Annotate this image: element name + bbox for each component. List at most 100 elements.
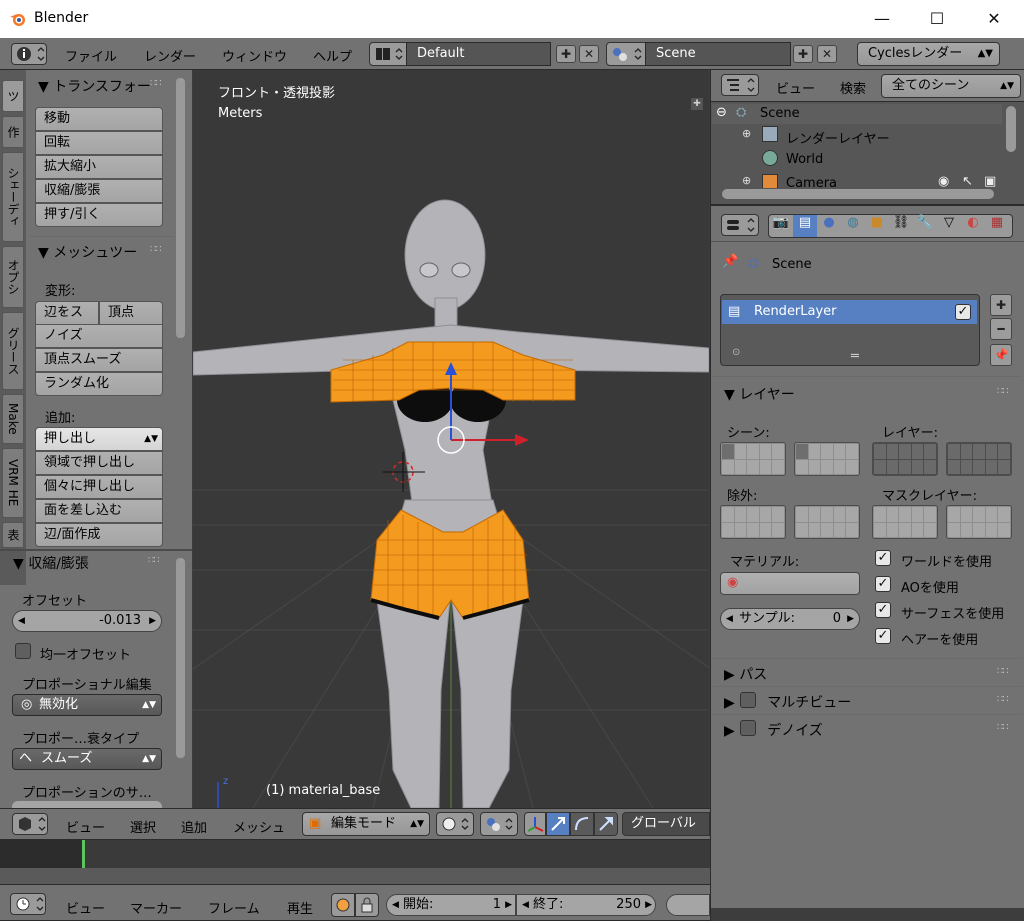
outliner-row-scene[interactable]: ⊖ ⛭ Scene (712, 104, 1002, 124)
exclude-layers-grid-b[interactable] (794, 505, 860, 539)
panel-drag-handle-icon[interactable]: ∷∷ (997, 386, 1009, 397)
layer-panel-title[interactable]: ▼ レイヤー (724, 384, 795, 404)
layout-remove-button[interactable]: ✕ (579, 45, 599, 63)
mesh-menu[interactable]: メッシュ (233, 817, 285, 836)
selectable-cursor-icon[interactable]: ↖ (962, 174, 973, 188)
texture-tab-icon[interactable]: ▦ (985, 215, 1009, 237)
minimize-button[interactable]: — (864, 5, 900, 33)
panel-drag-handle-icon[interactable]: ∷∷ (997, 722, 1009, 733)
transform-panel-title[interactable]: ▼ トランスフォー (38, 76, 151, 96)
close-button[interactable]: ✕ (976, 5, 1012, 33)
current-frame-indicator[interactable] (82, 840, 85, 868)
material-tab-icon[interactable]: ◐ (961, 215, 985, 237)
current-frame-field[interactable] (666, 894, 710, 916)
world-tab-icon[interactable]: ◍ (841, 215, 865, 237)
passes-panel-title[interactable]: ▶ パス (724, 664, 767, 684)
extrude-region-button[interactable]: 領域で押し出し (35, 451, 163, 475)
transform-orientation-dropdown[interactable]: グローバル (622, 812, 710, 836)
editor-type-properties-button[interactable] (721, 214, 759, 236)
frame-menu[interactable]: フレーム (208, 898, 260, 917)
mesh-tools-panel-title[interactable]: ▼ メッシュツー (38, 242, 137, 262)
3d-viewport[interactable]: フロント・透視投影 Meters (1) material_base z x ✚ (193, 70, 709, 808)
render-camera-icon[interactable]: ▣ (984, 174, 996, 188)
render-tab-icon[interactable]: 📷 (769, 215, 793, 237)
translate-manipulator-toggle[interactable] (546, 812, 570, 836)
panel-drag-handle-icon[interactable]: ∷∷ (997, 694, 1009, 705)
collapse-icon[interactable]: ⊖ (716, 105, 727, 120)
outliner-vertical-scrollbar[interactable] (1006, 106, 1016, 152)
operator-scrollbar[interactable] (176, 558, 185, 758)
tab-tools[interactable]: ツ (2, 80, 24, 112)
use-ao-checkbox[interactable]: ✓ (875, 576, 891, 592)
menu-help[interactable]: ヘルプ (313, 46, 352, 65)
even-offset-checkbox[interactable] (15, 643, 31, 659)
mask-layers-grid-a[interactable] (872, 505, 938, 539)
mask-layers-grid-b[interactable] (946, 505, 1012, 539)
end-frame-field[interactable]: ◀ 終了: 250 ▶ (516, 894, 656, 916)
falloff-type-dropdown[interactable]: ヘ スムーズ ▲▼ (12, 748, 162, 770)
expand-icon[interactable]: ⊕ (742, 127, 751, 140)
rotate-button[interactable]: 回転 (35, 131, 163, 155)
remove-render-layer-button[interactable]: ━ (990, 318, 1012, 340)
operator-panel-title[interactable]: ▼ 収縮/膨張 (13, 553, 89, 573)
outliner-row-render-layers[interactable]: ⊕ レンダーレイヤー (712, 126, 1002, 147)
preview-range-toggle[interactable] (331, 893, 355, 917)
menu-render[interactable]: レンダー (144, 46, 196, 65)
timeline-view-menu[interactable]: ビュー (66, 898, 105, 917)
tab-make[interactable]: Make (2, 394, 24, 444)
outliner-horizontal-scrollbar[interactable] (722, 189, 994, 199)
layout-add-button[interactable]: ✚ (556, 45, 576, 63)
render-layers-tab-icon[interactable]: ▤ (793, 215, 817, 237)
render-layer-item[interactable]: ▤ RenderLayer ✓ (722, 300, 977, 324)
pin-icon[interactable]: 📌 (722, 254, 738, 269)
multiview-panel-label[interactable]: ▶ マルチビュー (724, 692, 964, 712)
render-layers-grid-b[interactable] (946, 442, 1012, 476)
decrement-arrow-icon[interactable]: ◀ (18, 611, 25, 631)
view-menu[interactable]: ビュー (66, 817, 105, 836)
exclude-layers-grid-a[interactable] (720, 505, 786, 539)
editor-type-outliner-button[interactable] (721, 74, 759, 96)
rotate-manipulator-toggle[interactable] (570, 812, 594, 836)
make-edge-face-button[interactable]: 辺/面作成 (35, 523, 163, 547)
tab-create[interactable]: 作 (2, 116, 24, 148)
decrement-arrow-icon[interactable]: ◀ (392, 895, 399, 915)
render-layers-grid-a[interactable] (872, 442, 938, 476)
decrement-arrow-icon[interactable]: ◀ (726, 609, 733, 629)
modifiers-tab-icon[interactable]: 🔧 (913, 215, 937, 237)
properties-region-toggle-icon[interactable]: ✚ (691, 98, 703, 110)
tool-shelf-scrollbar[interactable] (176, 78, 185, 338)
tab-shading[interactable]: シェーディ (2, 152, 24, 242)
data-tab-icon[interactable]: ▽ (937, 215, 961, 237)
scene-layers-grid-b[interactable] (794, 442, 860, 476)
scene-layers-grid-a[interactable] (720, 442, 786, 476)
render-engine-dropdown[interactable]: Cyclesレンダー ▲▼ (857, 42, 1000, 66)
edge-slide-button[interactable]: 辺をス (35, 301, 99, 325)
viewport-shading-dropdown[interactable] (436, 812, 474, 836)
scene-remove-button[interactable]: ✕ (817, 45, 837, 63)
list-filter-icon[interactable]: ⊙ (732, 347, 740, 358)
panel-drag-handle-icon[interactable]: ∷∷ (148, 555, 160, 566)
playback-menu[interactable]: 再生 (287, 898, 313, 917)
extrude-individual-button[interactable]: 個々に押し出し (35, 475, 163, 499)
outliner-filter-dropdown[interactable]: 全てのシーン ▲▼ (881, 74, 1021, 98)
outliner-row-camera[interactable]: ⊕ Camera ◉ ↖ ▣ (712, 174, 1002, 188)
tab-options[interactable]: オプシ (2, 246, 24, 308)
layout-selector-button[interactable] (369, 42, 407, 66)
mode-dropdown[interactable]: ▣ 編集モード ▲▼ (302, 812, 430, 836)
add-render-layer-button[interactable]: ✚ (990, 294, 1012, 316)
editor-type-3dview-button[interactable] (12, 813, 48, 835)
object-tab-icon[interactable]: ■ (865, 215, 889, 237)
increment-arrow-icon[interactable]: ▶ (505, 895, 512, 915)
smooth-vertex-button[interactable]: 頂点スムーズ (35, 348, 163, 372)
use-world-checkbox[interactable]: ✓ (875, 550, 891, 566)
add-menu[interactable]: 追加 (181, 817, 207, 836)
select-menu[interactable]: 選択 (130, 817, 156, 836)
offset-number-field[interactable]: ◀ -0.013 ▶ (12, 610, 162, 632)
marker-menu[interactable]: マーカー (130, 898, 182, 917)
extrude-dropdown[interactable]: 押し出し ▲▼ (35, 427, 163, 451)
vertex-slide-button[interactable]: 頂点 (99, 301, 163, 325)
use-hair-checkbox[interactable]: ✓ (875, 628, 891, 644)
scene-tab-icon[interactable]: ● (817, 215, 841, 237)
list-resize-handle-icon[interactable]: ═ (851, 349, 859, 364)
tab-display[interactable]: 表 (2, 522, 24, 548)
